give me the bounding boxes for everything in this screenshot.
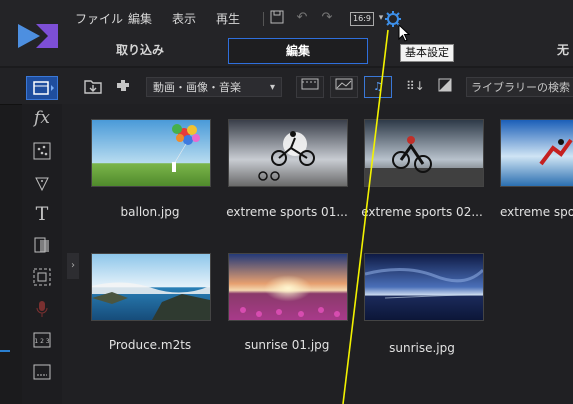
plugin-icon[interactable] [114,78,132,98]
media-thumbnail-extreme-sports-02[interactable] [364,119,484,187]
tab-import[interactable]: 取り込み [100,38,180,62]
tool-sidebar: fx T 1 2 3 [22,104,62,404]
media-name-label: sunrise.jpg [389,341,455,355]
redo-icon[interactable]: ↷ [318,10,336,26]
media-thumbnail-extreme-sports-03[interactable] [500,119,573,187]
particle-icon[interactable] [32,142,52,162]
title-text-icon[interactable]: T [32,204,52,224]
media-name-label: extreme spo [500,205,573,219]
media-name-label: extreme sports 01... [226,205,348,219]
media-thumbnail-sunrise-01[interactable] [228,253,348,321]
title-bar: ファイル 編集 表示 再生 ↶ ↷ 16:9 ▾ 取り込み 編集 无 [0,0,573,66]
media-thumbnail-ballon[interactable] [91,119,211,187]
media-name-label: Produce.m2ts [108,338,192,352]
library-icon [33,81,54,95]
menu-file[interactable]: ファイル [75,10,123,27]
panel-expand-button[interactable]: › [67,253,79,279]
view-size-icon[interactable] [438,78,452,96]
filter-image-button[interactable] [330,76,358,98]
settings-tooltip: 基本設定 [400,44,454,62]
tab-edit[interactable]: 編集 [228,38,368,64]
chapter-icon[interactable]: 1 2 3 [32,332,52,352]
save-icon[interactable] [268,10,286,26]
media-type-dropdown[interactable]: 動画・画像・音楽 ▾ [146,77,282,97]
aspect-ratio-selector[interactable]: 16:9 [350,12,374,26]
mode-tabs: 取り込み 編集 无 [0,38,573,66]
library-toggle-button[interactable] [26,76,58,100]
effect-icon[interactable] [32,174,52,194]
media-thumbnail-extreme-sports-01[interactable] [228,119,348,187]
subtitle-icon[interactable] [32,364,52,384]
media-name-label: extreme sports 02... [361,205,483,219]
tab-output[interactable]: 无 [548,38,573,62]
mouse-cursor-icon [398,24,410,42]
transition-icon[interactable] [32,236,52,256]
pip-icon[interactable] [32,268,52,288]
filter-video-button[interactable] [296,76,324,98]
svg-text:1 2 3: 1 2 3 [34,338,49,345]
chevron-down-icon: ▾ [269,82,275,93]
film-icon [301,78,319,90]
media-thumbnail-sunrise[interactable] [364,253,484,321]
library-search-input[interactable]: ライブラリーの検索 [466,77,573,97]
video-editor-window: ファイル 編集 表示 再生 ↶ ↷ 16:9 ▾ 取り込み 編集 无 動画・画像… [0,0,573,404]
microphone-icon[interactable] [32,300,52,320]
library-toolbar: 動画・画像・音楽 ▾ ♫ ⠿↓ ライブラリーの検索 [0,68,573,105]
menu-divider [263,12,265,26]
music-note-icon: ♫ [373,80,383,93]
media-type-value: 動画・画像・音楽 [153,81,241,94]
import-media-icon[interactable] [84,78,102,98]
menu-edit[interactable]: 編集 [128,10,152,27]
media-name-label: ballon.jpg [120,205,180,219]
page-accent-strip [0,350,10,352]
fx-icon[interactable]: fx [32,108,52,128]
filter-audio-button[interactable]: ♫ [364,76,392,98]
undo-icon[interactable]: ↶ [293,10,311,26]
menu-play[interactable]: 再生 [216,10,240,27]
menu-view[interactable]: 表示 [172,10,196,27]
image-icon [335,78,353,90]
media-thumbnail-produce[interactable] [91,253,211,321]
media-name-label: sunrise 01.jpg [244,338,330,352]
sort-icon[interactable]: ⠿↓ [406,78,425,94]
